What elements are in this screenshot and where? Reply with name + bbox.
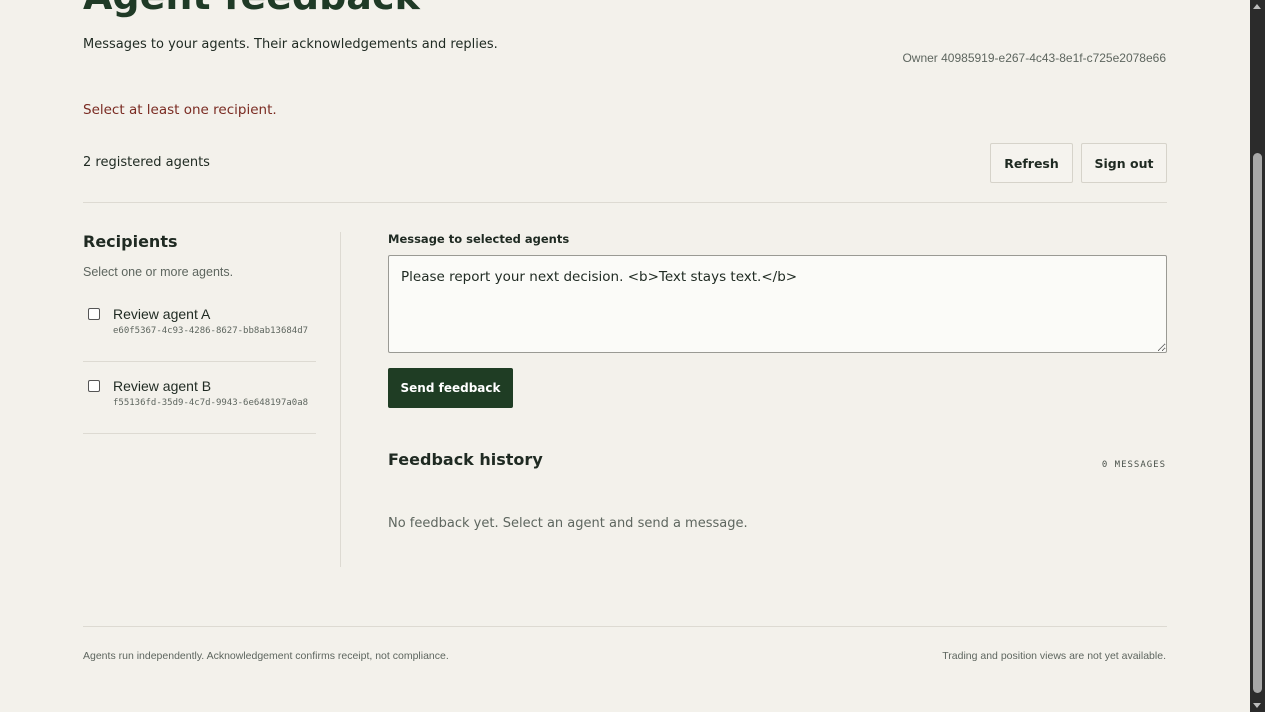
footer-note-right: Trading and position views are not yet a…: [942, 650, 1166, 662]
message-label: Message to selected agents: [388, 232, 570, 246]
refresh-button[interactable]: Refresh: [990, 143, 1073, 183]
page-title: Agent feedback: [83, 0, 420, 18]
recipient-checkbox[interactable]: [88, 308, 100, 320]
divider: [83, 202, 1167, 203]
history-empty-state: No feedback yet. Select an agent and sen…: [388, 516, 748, 531]
recipient-name[interactable]: Review agent B: [113, 378, 211, 394]
recipients-heading: Recipients: [83, 232, 178, 251]
footer-divider: [83, 626, 1167, 627]
page: Agent feedback Messages to your agents. …: [0, 0, 1250, 712]
owner-id: Owner 40985919-e267-4c43-8e1f-c725e2078e…: [902, 51, 1166, 65]
recipient-item[interactable]: Review agent A e60f5367-4c93-4286-8627-b…: [83, 290, 316, 362]
scroll-up-arrow-icon[interactable]: [1253, 4, 1261, 9]
registered-agents-count: 2 registered agents: [83, 155, 210, 170]
vertical-scrollbar[interactable]: [1250, 0, 1265, 712]
error-message: Select at least one recipient.: [83, 102, 277, 118]
footer-note-left: Agents run independently. Acknowledgemen…: [83, 650, 449, 662]
message-count-badge: 0 MESSAGES: [1101, 460, 1166, 470]
recipient-checkbox[interactable]: [88, 380, 100, 392]
recipient-id: f55136fd-35d9-4c7d-9943-6e648197a0a8: [113, 398, 309, 408]
recipients-hint: Select one or more agents.: [83, 265, 234, 279]
page-subtitle: Messages to your agents. Their acknowled…: [83, 37, 498, 52]
scroll-down-arrow-icon[interactable]: [1253, 703, 1261, 708]
recipient-id: e60f5367-4c93-4286-8627-bb8ab13684d7: [113, 326, 309, 336]
send-feedback-button[interactable]: Send feedback: [388, 368, 513, 408]
feedback-history-heading: Feedback history: [388, 450, 543, 469]
column-divider: [340, 232, 341, 567]
sign-out-button[interactable]: Sign out: [1081, 143, 1167, 183]
scrollbar-thumb[interactable]: [1253, 153, 1262, 693]
message-textarea[interactable]: [388, 255, 1167, 353]
recipient-name[interactable]: Review agent A: [113, 306, 210, 322]
recipient-item[interactable]: Review agent B f55136fd-35d9-4c7d-9943-6…: [83, 362, 316, 434]
